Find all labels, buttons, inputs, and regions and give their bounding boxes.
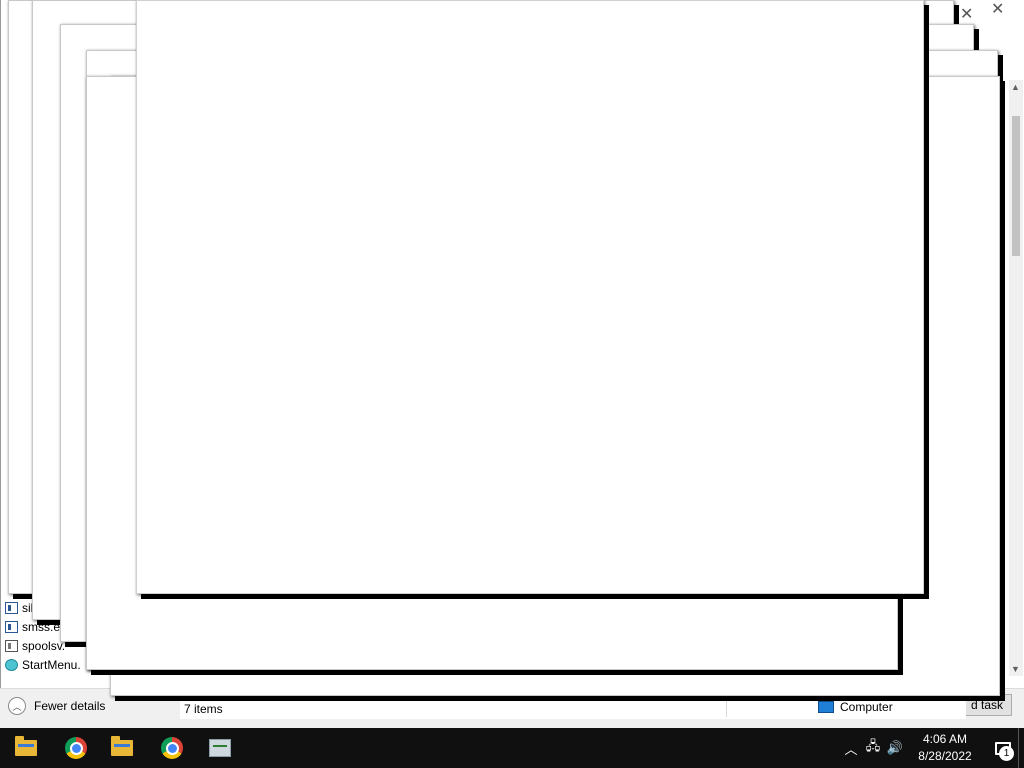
network-icon[interactable]: 🖧: [862, 737, 884, 759]
volume-icon[interactable]: 🔊: [884, 740, 906, 756]
item-count: 7 items: [184, 702, 223, 716]
chevron-up-icon[interactable]: ︿: [840, 739, 862, 758]
vertical-scrollbar[interactable]: ▲ ▼: [1009, 80, 1023, 676]
scroll-up-arrow-icon[interactable]: ▲: [1011, 82, 1020, 92]
status-divider: [726, 701, 727, 717]
computer-icon: [818, 701, 834, 713]
clock[interactable]: 4:06 AM 8/28/2022: [912, 731, 978, 765]
folder-icon: [111, 736, 133, 756]
window-icon: [5, 620, 18, 633]
clock-date: 8/28/2022: [918, 749, 972, 763]
taskbar: ︿ 🖧 🔊 4:06 AM 8/28/2022 1: [0, 728, 1024, 768]
chevron-up-icon: ︿: [8, 697, 26, 715]
task-manager-icon: [209, 739, 231, 757]
chrome-icon: [161, 737, 183, 759]
fewer-details-button[interactable]: ︿ Fewer details: [8, 697, 105, 715]
fewer-details-label: Fewer details: [34, 699, 106, 713]
chrome-icon: [65, 737, 87, 759]
taskbar-chrome[interactable]: [52, 728, 100, 768]
globe-icon: [5, 658, 18, 671]
close-icon[interactable]: ✕: [991, 2, 1004, 18]
taskbar-file-explorer-2[interactable]: [98, 728, 146, 768]
process-name: smss.e: [22, 619, 61, 634]
location-label: Computer: [840, 700, 893, 714]
printer-icon: [5, 639, 18, 652]
taskbar-file-explorer[interactable]: [2, 728, 50, 768]
action-center-button[interactable]: 1: [988, 728, 1018, 768]
window-icon: [5, 601, 18, 614]
system-tray: ︿ 🖧 🔊 4:06 AM 8/28/2022 1: [840, 728, 1024, 768]
show-desktop-button[interactable]: [1018, 728, 1024, 768]
notification-badge: 1: [999, 746, 1014, 761]
taskbar-task-manager[interactable]: [196, 728, 244, 768]
explorer-status-bar: 7 items Computer: [180, 698, 966, 719]
clock-time: 4:06 AM: [922, 732, 968, 746]
taskbar-chrome-2[interactable]: [148, 728, 196, 768]
blank-window: [136, 0, 924, 594]
scroll-down-arrow-icon[interactable]: ▼: [1011, 664, 1020, 674]
close-icon[interactable]: ✕: [960, 7, 973, 23]
process-name: StartMenu.: [22, 657, 81, 672]
process-name: spoolsv.: [22, 638, 66, 653]
scrollbar-thumb[interactable]: [1012, 116, 1020, 256]
end-task-label: d task: [970, 698, 1003, 712]
location-cell: Computer: [818, 700, 893, 714]
folder-icon: [15, 736, 37, 756]
